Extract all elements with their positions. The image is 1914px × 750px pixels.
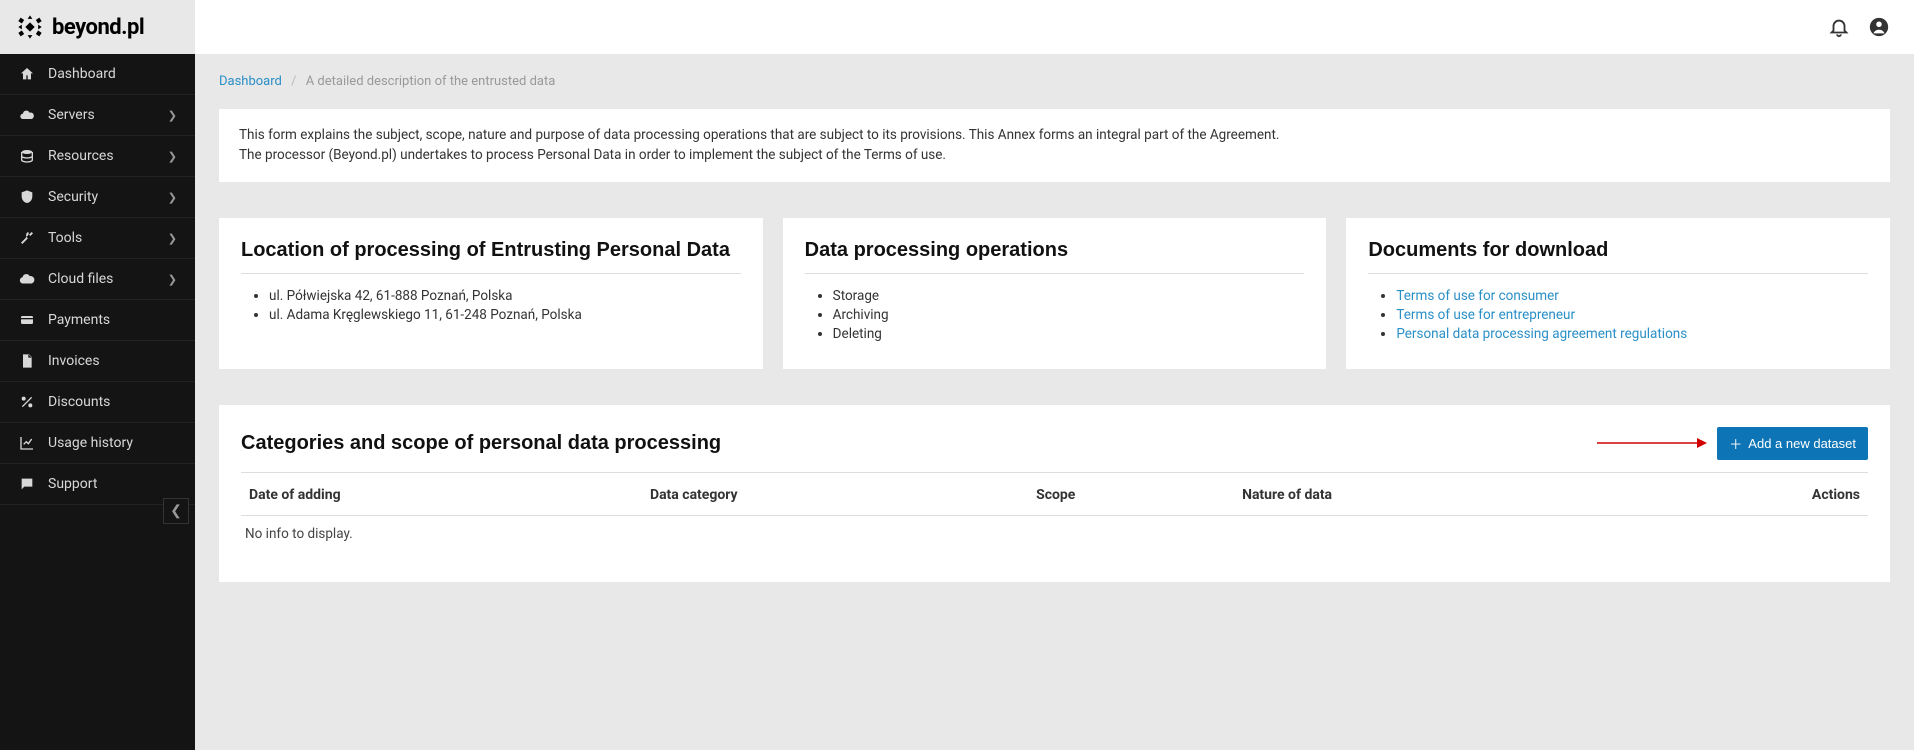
- database-icon: [18, 147, 36, 165]
- sidebar-item-usage-history[interactable]: Usage history: [0, 423, 195, 464]
- sidebar-item-label: Security: [48, 189, 98, 205]
- doc-link[interactable]: Terms of use for entrepreneur: [1396, 307, 1575, 323]
- sidebar-item-cloud-files[interactable]: Cloud files ❯: [0, 259, 195, 300]
- list-item: Terms of use for consumer: [1396, 288, 1868, 304]
- sidebar-nav: Dashboard Servers ❯ Resources ❯ Security…: [0, 54, 195, 750]
- topbar: [195, 0, 1914, 54]
- sidebar-item-label: Discounts: [48, 394, 110, 410]
- sidebar-item-resources[interactable]: Resources ❯: [0, 136, 195, 177]
- list-item: Archiving: [833, 307, 1305, 323]
- home-icon: [18, 65, 36, 83]
- sidebar-item-dashboard[interactable]: Dashboard: [0, 54, 195, 95]
- sidebar-item-label: Servers: [48, 107, 95, 123]
- sidebar-collapse-button[interactable]: ❮: [163, 498, 189, 524]
- categories-panel: Categories and scope of personal data pr…: [219, 405, 1890, 582]
- breadcrumb: Dashboard / A detailed description of th…: [219, 74, 1890, 89]
- list-item: Storage: [833, 288, 1305, 304]
- empty-state: No info to display.: [241, 516, 1868, 552]
- brand-logo[interactable]: beyond.pl: [0, 0, 195, 54]
- intro-line-1: This form explains the subject, scope, n…: [239, 125, 1870, 145]
- card-location: Location of processing of Entrusting Per…: [219, 218, 763, 369]
- percent-icon: [18, 393, 36, 411]
- breadcrumb-root[interactable]: Dashboard: [219, 74, 282, 89]
- credit-card-icon: [18, 311, 36, 329]
- card-list: Terms of use for consumer Terms of use f…: [1368, 288, 1868, 342]
- card-operations: Data processing operations Storage Archi…: [783, 218, 1327, 369]
- card-list: ul. Półwiejska 42, 61-888 Poznań, Polska…: [241, 288, 741, 323]
- chevron-left-icon: ❮: [170, 503, 182, 519]
- intro-line-2: The processor (Beyond.pl) undertakes to …: [239, 145, 1870, 165]
- doc-link[interactable]: Terms of use for consumer: [1396, 288, 1558, 304]
- list-item: ul. Półwiejska 42, 61-888 Poznań, Polska: [269, 288, 741, 304]
- cloud-download-icon: [18, 270, 36, 288]
- content: Dashboard / A detailed description of th…: [195, 54, 1914, 602]
- arrow-right-icon: [1597, 436, 1707, 450]
- sidebar-item-label: Tools: [48, 230, 82, 246]
- card-divider: [805, 273, 1305, 274]
- doc-link[interactable]: Personal data processing agreement regul…: [1396, 326, 1687, 342]
- sidebar-item-security[interactable]: Security ❯: [0, 177, 195, 218]
- annotation-arrow: [721, 436, 1707, 450]
- sidebar-item-label: Dashboard: [48, 66, 116, 82]
- add-button-label: Add a new dataset: [1748, 436, 1856, 451]
- chevron-right-icon: ❯: [168, 191, 177, 204]
- card-divider: [241, 273, 741, 274]
- brand-name: beyond.pl: [52, 15, 144, 40]
- chart-icon: [18, 434, 36, 452]
- card-divider: [1368, 273, 1868, 274]
- notifications-button[interactable]: [1828, 16, 1850, 38]
- breadcrumb-current: A detailed description of the entrusted …: [306, 74, 556, 89]
- intro-panel: This form explains the subject, scope, n…: [219, 109, 1890, 182]
- col-nature: Nature of data: [1234, 473, 1629, 516]
- sidebar-item-invoices[interactable]: Invoices: [0, 341, 195, 382]
- bell-icon: [1828, 16, 1850, 38]
- user-circle-icon: [1868, 16, 1890, 38]
- cloud-icon: [18, 106, 36, 124]
- list-item: ul. Adama Kręglewskiego 11, 61-248 Pozna…: [269, 307, 741, 323]
- list-item: Personal data processing agreement regul…: [1396, 326, 1868, 342]
- card-documents: Documents for download Terms of use for …: [1346, 218, 1890, 369]
- main: Dashboard / A detailed description of th…: [195, 0, 1914, 750]
- sidebar-item-servers[interactable]: Servers ❯: [0, 95, 195, 136]
- sidebar-item-label: Resources: [48, 148, 114, 164]
- plus-icon: ＋: [1729, 434, 1742, 453]
- sidebar-item-payments[interactable]: Payments: [0, 300, 195, 341]
- account-button[interactable]: [1868, 16, 1890, 38]
- col-date: Date of adding: [241, 473, 642, 516]
- card-title: Location of processing of Entrusting Per…: [241, 238, 741, 263]
- card-title: Data processing operations: [805, 238, 1305, 263]
- sidebar-item-label: Payments: [48, 312, 110, 328]
- col-category: Data category: [642, 473, 1028, 516]
- sidebar-item-label: Invoices: [48, 353, 100, 369]
- list-item: Deleting: [833, 326, 1305, 342]
- chevron-right-icon: ❯: [168, 273, 177, 286]
- breadcrumb-separator: /: [291, 74, 296, 89]
- sidebar-item-label: Cloud files: [48, 271, 113, 287]
- chat-icon: [18, 475, 36, 493]
- categories-title: Categories and scope of personal data pr…: [241, 432, 721, 455]
- categories-table: Date of adding Data category Scope Natur…: [241, 473, 1868, 516]
- sidebar-item-tools[interactable]: Tools ❯: [0, 218, 195, 259]
- sidebar: beyond.pl Dashboard Servers ❯ Resources …: [0, 0, 195, 750]
- chevron-right-icon: ❯: [168, 109, 177, 122]
- card-list: Storage Archiving Deleting: [805, 288, 1305, 342]
- shield-icon: [18, 188, 36, 206]
- categories-header: Categories and scope of personal data pr…: [241, 427, 1868, 460]
- sidebar-item-label: Support: [48, 476, 97, 492]
- sidebar-item-label: Usage history: [48, 435, 133, 451]
- cards-row: Location of processing of Entrusting Per…: [219, 218, 1890, 369]
- col-scope: Scope: [1028, 473, 1234, 516]
- brand-logo-icon: [16, 13, 44, 41]
- list-item: Terms of use for entrepreneur: [1396, 307, 1868, 323]
- chevron-right-icon: ❯: [168, 150, 177, 163]
- chevron-right-icon: ❯: [168, 232, 177, 245]
- card-title: Documents for download: [1368, 238, 1868, 263]
- file-icon: [18, 352, 36, 370]
- add-dataset-button[interactable]: ＋ Add a new dataset: [1717, 427, 1868, 460]
- sidebar-item-discounts[interactable]: Discounts: [0, 382, 195, 423]
- tools-icon: [18, 229, 36, 247]
- col-actions: Actions: [1629, 473, 1868, 516]
